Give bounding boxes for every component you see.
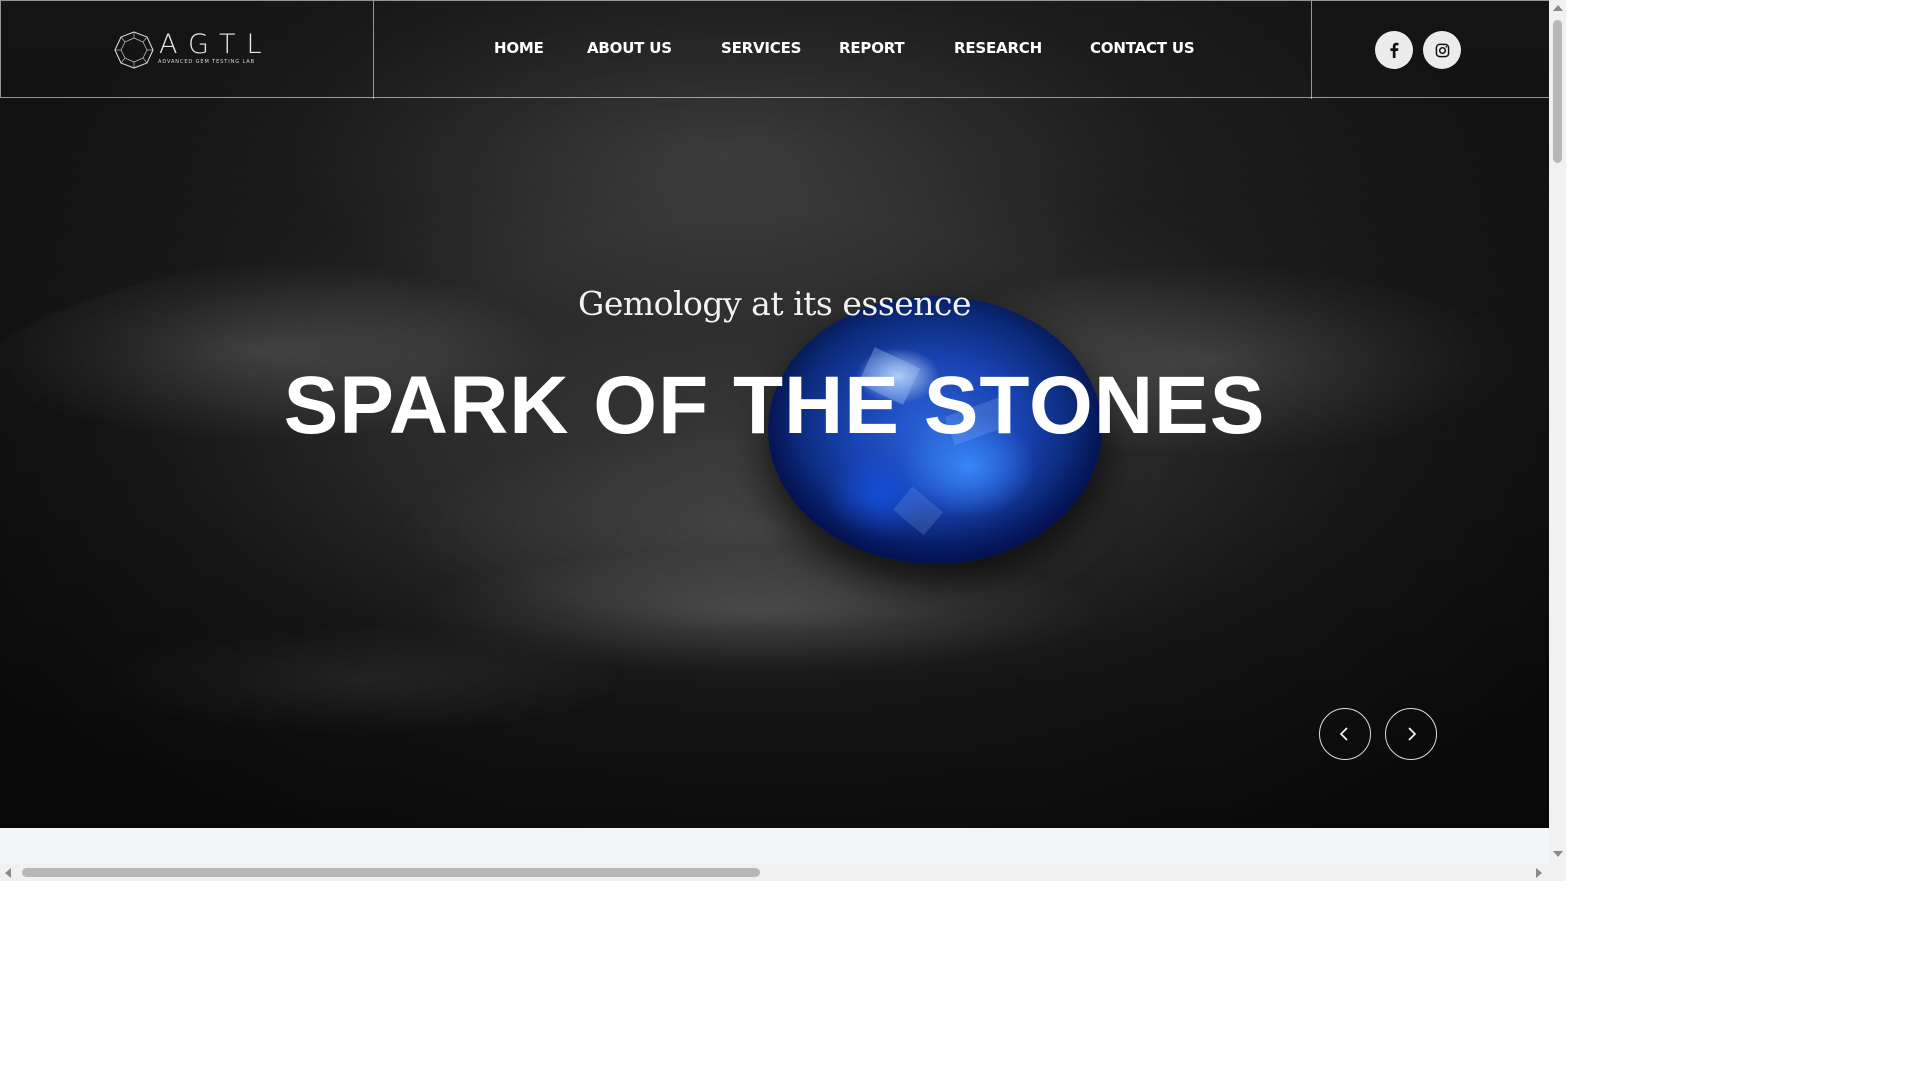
nav-item-research[interactable]: RESEARCH [954, 39, 1042, 57]
logo-subtitle: ADVANCED GEM TESTING LAB [158, 59, 255, 65]
vertical-scrollbar-thumb[interactable] [1553, 20, 1562, 163]
nav-item-contact-us[interactable]: CONTACT US [1090, 39, 1195, 57]
horizontal-scrollbar-thumb[interactable] [22, 868, 760, 877]
hero-section: Gemology at its essence SPARK OF THE STO… [0, 0, 1549, 828]
nav-item-home[interactable]: HOME [494, 39, 544, 57]
instagram-icon [1435, 43, 1449, 57]
site-logo[interactable]: AGTL ADVANCED GEM TESTING LAB [113, 30, 263, 70]
next-section-peek [0, 828, 1549, 864]
scroll-down-arrow-icon[interactable] [1553, 851, 1563, 857]
chevron-left-icon [1339, 727, 1348, 741]
page-viewport: Gemology at its essence SPARK OF THE STO… [0, 0, 1549, 864]
nav-item-report[interactable]: REPORT [839, 39, 905, 57]
hero-headline: SPARK OF THE STONES [283, 360, 1266, 451]
facebook-button[interactable] [1375, 31, 1413, 69]
horizontal-scrollbar[interactable] [0, 864, 1549, 881]
nav-item-services[interactable]: SERVICES [721, 39, 801, 57]
site-header: AGTL ADVANCED GEM TESTING LAB HOME ABOUT… [0, 0, 1549, 99]
facebook-icon [1390, 42, 1399, 58]
scroll-left-arrow-icon[interactable] [5, 868, 11, 878]
instagram-button[interactable] [1423, 31, 1461, 69]
scroll-right-arrow-icon[interactable] [1536, 868, 1542, 878]
slider-prev-button[interactable] [1319, 708, 1371, 760]
vertical-scrollbar[interactable] [1549, 0, 1566, 864]
header-divider-right [1311, 1, 1312, 99]
hero-tagline: Gemology at its essence [577, 284, 972, 323]
header-divider-left [373, 1, 374, 99]
scroll-up-arrow-icon[interactable] [1553, 5, 1563, 11]
gem-outline-logo-icon [114, 31, 154, 69]
scrollbar-corner [1549, 864, 1566, 881]
chevron-right-icon [1408, 727, 1417, 741]
slider-next-button[interactable] [1385, 708, 1437, 760]
logo-wordmark: AGTL [159, 29, 273, 60]
nav-item-about-us[interactable]: ABOUT US [587, 39, 672, 57]
